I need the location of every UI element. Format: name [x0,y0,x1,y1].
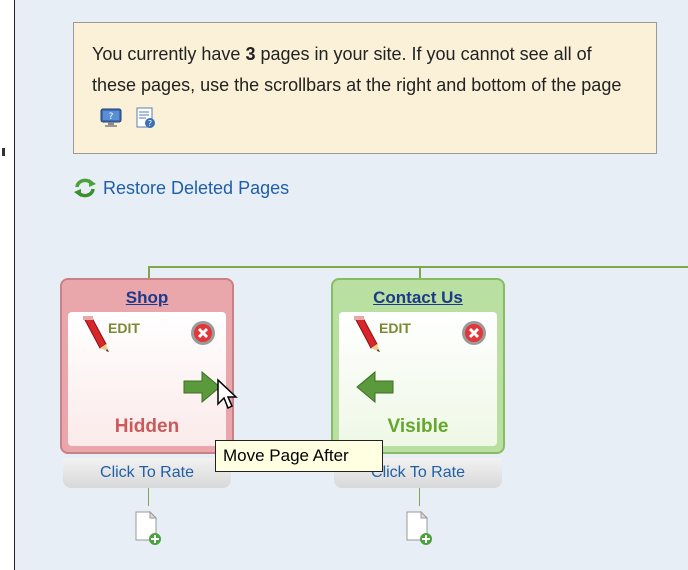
tree-connector-shop-down [148,488,149,506]
frame-marker [2,148,5,156]
delete-icon[interactable] [190,320,216,346]
restore-label: Restore Deleted Pages [103,177,290,198]
page-title-link[interactable]: Shop [62,288,232,308]
page-status: Visible [387,416,449,437]
add-subpage-button[interactable] [134,506,162,546]
page-status: Hidden [114,416,180,437]
add-page-icon [135,510,161,545]
page-count: 3 [245,44,256,64]
help-document-icon[interactable]: ? [135,107,157,129]
site-map-canvas: You currently have 3 pages in your site.… [14,0,688,570]
info-box: You currently have 3 pages in your site.… [73,22,657,154]
tree-connector-horizontal [148,266,688,268]
svg-text:?: ? [148,119,152,128]
page-card-body: EDIT Visible [339,312,497,446]
svg-text:?: ? [109,112,114,122]
tree-connector-contact-down [419,488,420,506]
edit-label[interactable]: EDIT [108,320,140,336]
pencil-edit-icon[interactable] [76,316,112,354]
info-prefix: You currently have [92,44,246,64]
page-title-link[interactable]: Contact Us [333,288,503,308]
recycle-icon [74,178,96,198]
tooltip: Move Page After [215,440,383,472]
page-card-shop: Shop EDIT Hidden [60,278,238,454]
move-page-before-icon[interactable] [355,370,395,404]
restore-deleted-pages-link[interactable]: Restore Deleted Pages [73,176,289,200]
delete-icon[interactable] [461,320,487,346]
page-card-contact-us: Contact Us EDIT Visible [331,278,505,454]
add-subpage-button[interactable] [405,506,433,546]
page-card-body: EDIT Hidden [68,312,238,446]
edit-label[interactable]: EDIT [379,320,411,336]
mouse-cursor-icon [217,378,238,410]
help-monitor-icon[interactable]: ? [100,107,122,128]
pencil-edit-icon[interactable] [347,316,383,354]
add-page-icon [406,510,432,545]
click-to-rate-button[interactable]: Click To Rate [63,458,231,488]
